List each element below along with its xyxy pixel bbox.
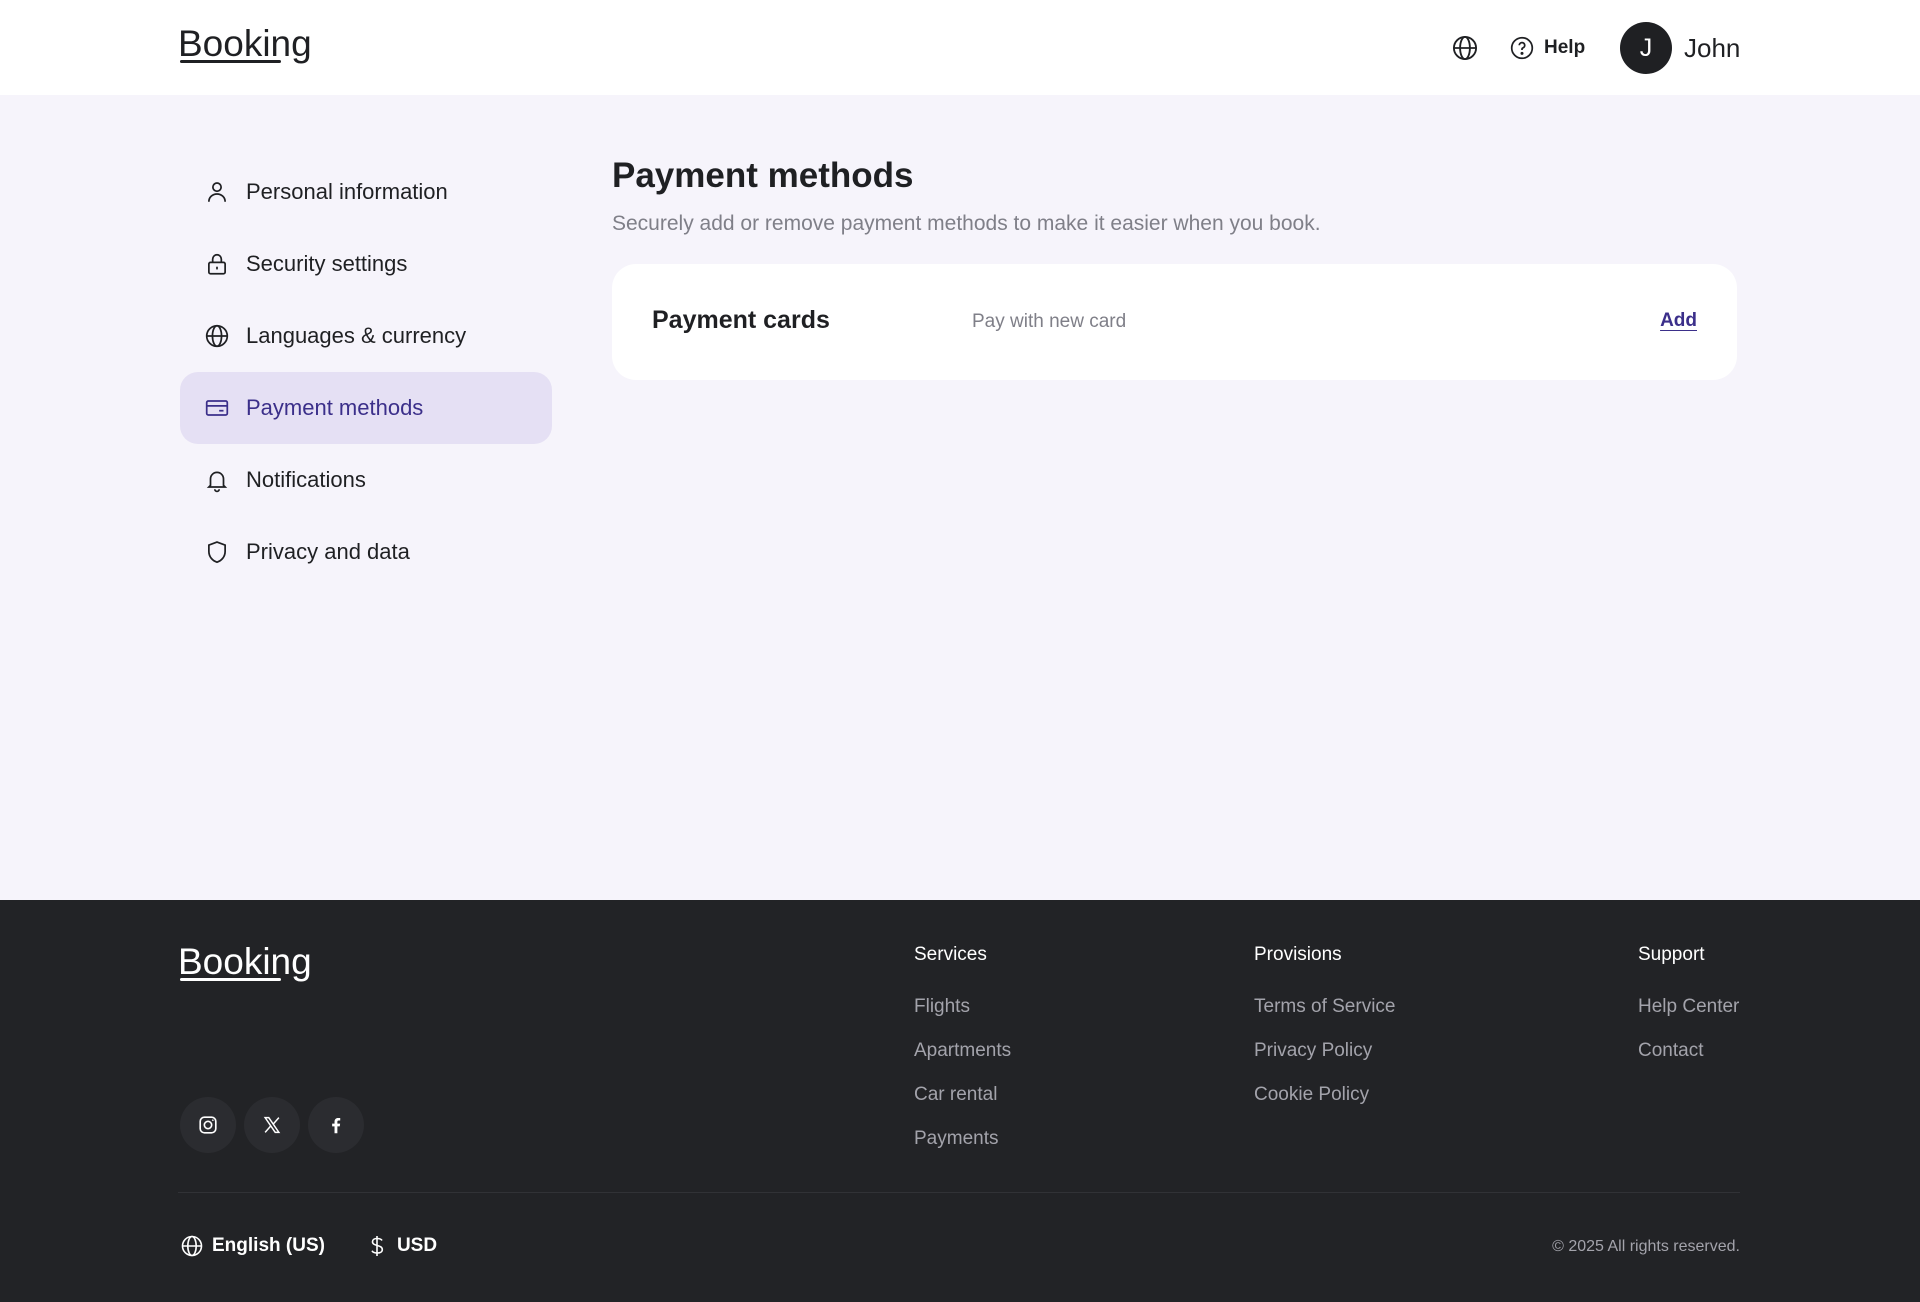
footer-column-heading: Provisions (1254, 944, 1342, 965)
bell-icon (204, 467, 230, 493)
footer-link[interactable]: Help Center (1638, 996, 1739, 1040)
footer-divider (178, 1192, 1740, 1193)
footer-link[interactable]: Apartments (914, 1040, 1011, 1084)
sidebar-item-payment-methods[interactable]: Payment methods (180, 372, 552, 444)
x-icon[interactable] (244, 1097, 300, 1153)
sidebar-item-label: Privacy and data (246, 539, 410, 564)
language-globe-icon[interactable] (1451, 34, 1479, 62)
footer-link[interactable]: Terms of Service (1254, 996, 1395, 1040)
instagram-icon[interactable] (180, 1097, 236, 1153)
card-description: Pay with new card (972, 311, 1127, 332)
shield-icon (204, 539, 230, 565)
footer-link[interactable]: Contact (1638, 1040, 1739, 1084)
credit-card-icon (204, 395, 230, 421)
help-label: Help (1544, 37, 1586, 58)
footer-column-heading: Support (1638, 944, 1705, 965)
facebook-icon[interactable] (308, 1097, 364, 1153)
page-title: Payment methods (612, 156, 914, 195)
settings-sidebar: Personal information Security settings L… (180, 156, 552, 588)
sidebar-item-label: Personal information (246, 179, 448, 204)
logo-underline (180, 60, 281, 63)
sidebar-item-personal-information[interactable]: Personal information (180, 156, 552, 228)
language-selector[interactable]: English (US) (180, 1234, 325, 1258)
avatar: J (1620, 22, 1672, 74)
language-label: English (US) (212, 1235, 325, 1256)
add-card-link[interactable]: Add (1660, 310, 1697, 332)
footer-column-services: Services Flights Apartments Car rental P… (914, 944, 1011, 1172)
help-circle-icon (1509, 35, 1535, 61)
footer-link[interactable]: Privacy Policy (1254, 1040, 1395, 1084)
dollar-icon (365, 1234, 389, 1258)
locale-controls: English (US) USD (180, 1234, 437, 1258)
top-header: Booking Help J John (0, 0, 1920, 95)
sidebar-item-label: Security settings (246, 251, 408, 276)
footer-link[interactable]: Payments (914, 1128, 1011, 1172)
footer-link[interactable]: Cookie Policy (1254, 1084, 1395, 1128)
footer-column-heading: Services (914, 944, 987, 965)
footer-column-support: Support Help Center Contact (1638, 944, 1739, 1084)
payment-cards-card: Payment cards Pay with new card Add (612, 264, 1737, 380)
footer-link[interactable]: Car rental (914, 1084, 1011, 1128)
globe-icon (180, 1234, 204, 1258)
footer-logo-underline (180, 978, 281, 981)
footer-column-provisions: Provisions Terms of Service Privacy Poli… (1254, 944, 1395, 1128)
main-content: Payment methods Securely add or remove p… (612, 152, 1737, 380)
currency-label: USD (396, 1235, 438, 1256)
sidebar-item-label: Languages & currency (246, 323, 467, 348)
sidebar-item-label: Payment methods (246, 395, 424, 420)
page-subtitle: Securely add or remove payment methods t… (612, 212, 1321, 235)
user-name: John (1684, 32, 1741, 63)
sidebar-item-notifications[interactable]: Notifications (180, 444, 552, 516)
sidebar-item-security-settings[interactable]: Security settings (180, 228, 552, 300)
help-button[interactable]: Help (1509, 34, 1585, 62)
card-title: Payment cards (652, 306, 830, 334)
user-menu[interactable]: J John (1620, 22, 1740, 74)
user-icon (204, 179, 230, 205)
footer-link[interactable]: Flights (914, 996, 1011, 1040)
currency-selector[interactable]: USD (365, 1234, 437, 1258)
globe-icon (204, 323, 230, 349)
social-links (180, 1097, 364, 1153)
sidebar-item-label: Notifications (246, 467, 366, 492)
lock-icon (204, 251, 230, 277)
copyright-text: © 2025 All rights reserved. (1552, 1238, 1740, 1255)
sidebar-item-languages-currency[interactable]: Languages & currency (180, 300, 552, 372)
site-footer: Booking Services Flights Apartments Car … (0, 900, 1920, 1302)
sidebar-item-privacy-data[interactable]: Privacy and data (180, 516, 552, 588)
